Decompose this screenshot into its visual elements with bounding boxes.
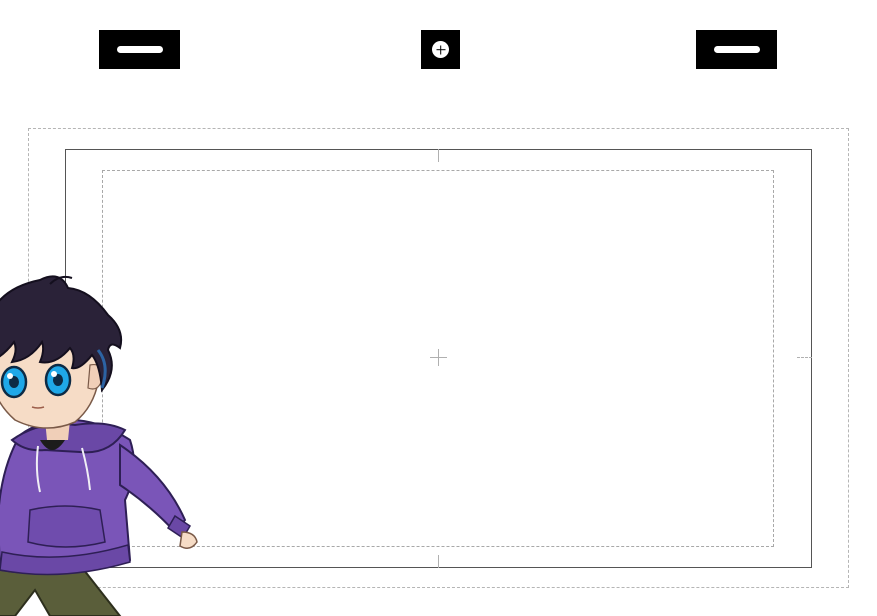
pill-icon — [713, 46, 760, 53]
bottom-center-tick — [438, 555, 439, 568]
plus-circle-icon — [432, 41, 449, 58]
right-center-tick — [797, 357, 812, 358]
toolbar-right-button[interactable] — [696, 30, 777, 69]
top-center-tick — [438, 149, 439, 162]
pill-icon — [116, 46, 163, 53]
mascot-character-illustration — [0, 275, 198, 616]
crosshair-icon — [438, 349, 439, 366]
toolbar-left-button[interactable] — [99, 30, 180, 69]
add-button[interactable] — [421, 30, 460, 69]
